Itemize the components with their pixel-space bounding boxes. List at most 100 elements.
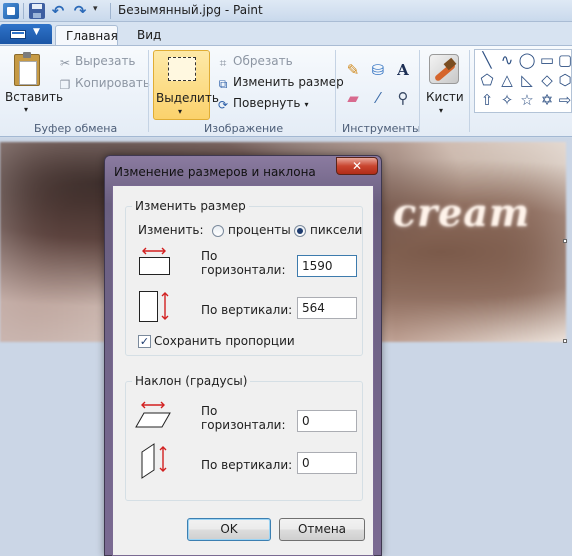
skew-horizontal-label-line2: горизонтали:	[201, 418, 286, 432]
group-divider	[469, 50, 470, 132]
ribbon: Вставить ▾ ✂ Вырезать ❐ Копировать Буфер о…	[0, 45, 572, 137]
right-arrow-shape-icon[interactable]: ⇨	[556, 91, 572, 109]
select-button[interactable]: Выделить ▾	[153, 50, 219, 120]
pencil-icon[interactable]: ✎	[343, 60, 363, 80]
color-picker-icon[interactable]: ⁄	[368, 88, 388, 108]
chevron-down-icon: ▼	[33, 27, 40, 37]
horizontal-resize-icon	[139, 247, 170, 275]
brush-icon	[429, 54, 459, 84]
eraser-icon[interactable]: ▰	[343, 88, 363, 108]
window-title: Безымянный.jpg - Paint	[118, 3, 263, 17]
rounded-rectangle-shape-icon[interactable]: ▢	[556, 51, 572, 69]
percent-radio-dot[interactable]	[212, 225, 224, 237]
skew-legend: Наклон (градусы)	[132, 374, 251, 388]
pixels-label: пиксели	[310, 223, 363, 237]
separator	[23, 3, 24, 19]
undo-icon[interactable]: ↶	[50, 3, 66, 19]
resize-vertical-label: По вертикали:	[201, 303, 293, 317]
rotate-icon: ⟳	[217, 98, 229, 112]
resize-horizontal-label-line1: По	[201, 249, 218, 263]
paint-menu-icon	[10, 30, 26, 39]
resize-legend: Изменить размер	[132, 199, 249, 213]
selection-icon	[168, 57, 196, 81]
resize-icon: ⧉	[218, 77, 228, 91]
ribbon-tabs: ▼ Главная Вид	[0, 22, 572, 46]
cancel-button[interactable]: Отмена	[279, 518, 365, 541]
resize-skew-dialog: Изменение размеров и наклона ✕ Изменить …	[104, 155, 382, 556]
crop-icon: ⌗	[219, 56, 227, 70]
curve-shape-icon[interactable]: ∿	[498, 51, 516, 69]
brushes-button[interactable]: Кисти ▾	[424, 52, 464, 118]
keep-ratio-label: Сохранить пропорции	[154, 334, 295, 348]
resize-groupbox: Изменить размер Изменить: проценты пиксе…	[125, 199, 363, 356]
brushes-label: Кисти	[426, 90, 464, 104]
rotate-button[interactable]: ⟳ Повернуть ▾	[216, 96, 309, 114]
separator	[110, 3, 111, 19]
save-icon[interactable]	[29, 3, 45, 19]
resize-handle-right[interactable]	[563, 239, 567, 243]
oval-shape-icon[interactable]: ◯	[518, 51, 536, 69]
resize-handle-corner[interactable]	[563, 339, 567, 343]
pixels-radio-dot[interactable]	[294, 225, 306, 237]
horizontal-skew-icon	[135, 401, 171, 428]
shapes-gallery: ╲ ∿ ◯ ▭ ▢ ⬠ △ ◺ ◇ ⬡ ⇧ ✧ ☆ ✡ ⇨	[474, 49, 572, 113]
tab-home[interactable]: Главная	[55, 25, 118, 46]
triangle-shape-icon[interactable]: △	[498, 71, 516, 89]
polygon-shape-icon[interactable]: ⬠	[478, 71, 496, 89]
tab-view[interactable]: Вид	[127, 25, 171, 46]
ok-button[interactable]: OK	[187, 518, 271, 541]
clipboard-icon	[14, 52, 40, 86]
group-divider	[148, 50, 149, 132]
line-shape-icon[interactable]: ╲	[478, 51, 496, 69]
tools-group-label: Инструменты	[342, 122, 421, 135]
resize-horizontal-field[interactable]: 1590	[297, 255, 357, 277]
customize-dropdown-icon[interactable]: ▾	[93, 4, 98, 14]
copy-button[interactable]: ❐ Копировать	[58, 76, 150, 94]
four-point-star-shape-icon[interactable]: ✧	[498, 91, 516, 109]
canvas-overlay-text: cream	[393, 190, 531, 235]
right-triangle-shape-icon[interactable]: ◺	[518, 71, 536, 89]
resize-label: Изменить размер	[233, 75, 344, 89]
skew-vertical-field[interactable]: 0	[297, 452, 357, 474]
rotate-label: Повернуть	[233, 96, 301, 110]
resize-button[interactable]: ⧉ Изменить размер	[216, 75, 344, 93]
cut-button[interactable]: ✂ Вырезать	[58, 54, 136, 72]
keep-ratio-check-icon[interactable]: ✓	[138, 335, 151, 348]
up-arrow-shape-icon[interactable]: ⇧	[478, 91, 496, 109]
paint-menu-button[interactable]: ▼	[0, 24, 52, 44]
skew-horizontal-label-line1: По	[201, 404, 218, 418]
resize-by-label: Изменить:	[138, 223, 204, 237]
chevron-down-icon: ▾	[24, 105, 29, 114]
cut-label: Вырезать	[75, 54, 136, 68]
skew-horizontal-field[interactable]: 0	[297, 410, 357, 432]
group-divider	[335, 50, 336, 132]
dialog-body: Изменить размер Изменить: проценты пиксе…	[112, 185, 374, 556]
hexagon-shape-icon[interactable]: ⬡	[556, 71, 572, 89]
title-bar: ↶ ↷ ▾ Безымянный.jpg - Paint	[0, 0, 572, 22]
dialog-title: Изменение размеров и наклона	[114, 165, 316, 179]
five-point-star-shape-icon[interactable]: ☆	[518, 91, 536, 109]
group-divider	[419, 50, 420, 132]
magnifier-icon[interactable]: ⚲	[393, 88, 413, 108]
paste-label: Вставить	[5, 90, 64, 104]
text-icon[interactable]: A	[393, 60, 413, 80]
resize-horizontal-label-line2: горизонтали:	[201, 263, 286, 277]
diamond-shape-icon[interactable]: ◇	[538, 71, 556, 89]
chevron-down-icon: ▾	[439, 106, 444, 115]
rectangle-shape-icon[interactable]: ▭	[538, 51, 556, 69]
close-button[interactable]: ✕	[336, 157, 378, 175]
resize-vertical-field[interactable]: 564	[297, 297, 357, 319]
paint-app-icon[interactable]	[3, 3, 19, 19]
chevron-down-icon: ▾	[178, 107, 183, 116]
skew-groupbox: Наклон (градусы) По горизонтали: 0 По ве…	[125, 374, 363, 501]
chevron-down-icon: ▾	[304, 100, 309, 109]
clipboard-group-label: Буфер обмена	[34, 122, 118, 135]
fill-icon[interactable]: ⛁	[368, 60, 388, 80]
crop-button[interactable]: ⌗ Обрезать	[216, 54, 293, 72]
copy-icon: ❐	[59, 78, 71, 92]
percent-label: проценты	[228, 223, 291, 237]
image-group-label: Изображение	[204, 122, 284, 135]
redo-icon[interactable]: ↷	[72, 3, 88, 19]
six-point-star-shape-icon[interactable]: ✡	[538, 91, 556, 109]
select-label: Выделить	[156, 91, 219, 105]
